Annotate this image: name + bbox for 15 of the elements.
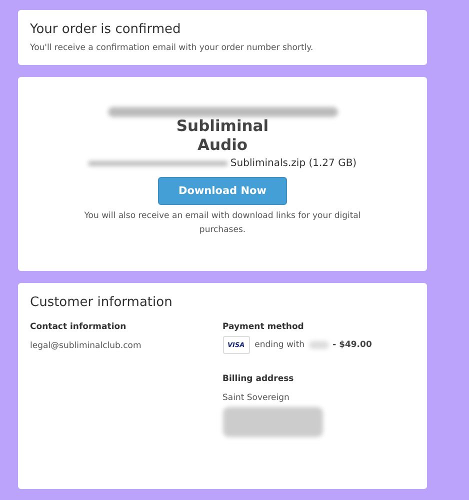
section-heading: Billing address <box>222 374 294 384</box>
payment-amount: - $49.00 <box>332 340 372 350</box>
card-title: Customer information <box>30 295 174 310</box>
card-title: Your order is confirmed <box>30 22 182 37</box>
card-ending-label: ending with <box>254 340 305 350</box>
file-name: Subliminals.zip (1.27 GB) <box>230 158 357 170</box>
contact-email: legal@subliminalclub.com <box>30 341 142 352</box>
section-heading: Payment method <box>222 322 304 332</box>
download-note: You will also receive an email with download links for your digital purchases. <box>83 210 362 237</box>
billing-name: Saint Sovereign <box>222 393 290 404</box>
download-button[interactable]: Download Now <box>158 177 288 206</box>
product-title: Subliminal Audio <box>175 117 270 154</box>
redaction-smudge <box>308 341 329 350</box>
section-heading: Contact information <box>30 322 126 332</box>
confirmation-message: You'll receive a confirmation email with your order number shortly. <box>30 43 314 53</box>
